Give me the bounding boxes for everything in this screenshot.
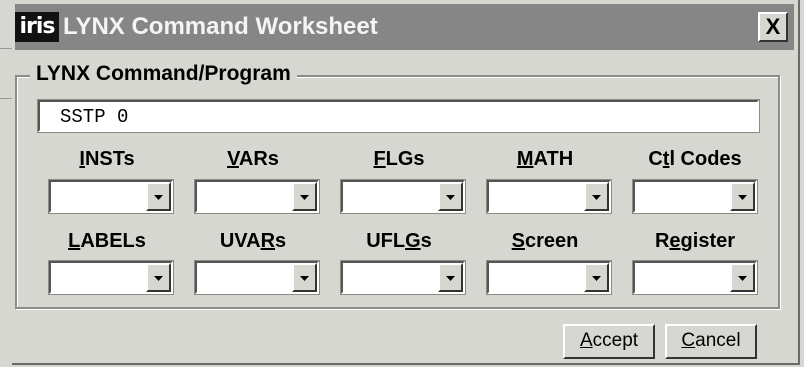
dropdown-button[interactable] [146, 182, 171, 211]
dropdown-button[interactable] [584, 182, 609, 211]
label-ctl-codes: Ctl Codes [648, 148, 742, 170]
uvars-dropdown[interactable] [194, 260, 320, 295]
label-screen: Screen [511, 230, 579, 252]
flgs-dropdown[interactable] [340, 179, 466, 214]
register-dropdown[interactable] [632, 260, 758, 295]
chevron-down-icon [592, 195, 601, 200]
label-labels: LABELs [68, 230, 146, 252]
insts-dropdown[interactable] [48, 179, 174, 214]
chevron-down-icon [154, 195, 163, 200]
chevron-down-icon [738, 276, 747, 281]
dropdown-button[interactable] [146, 263, 171, 292]
dropdown-button[interactable] [292, 182, 317, 211]
label-uvars: UVARs [219, 230, 287, 252]
uflgs-dropdown[interactable] [340, 260, 466, 295]
label-math: MATH [516, 148, 574, 170]
chevron-down-icon [300, 276, 309, 281]
label-register: Register [654, 230, 736, 252]
chevron-down-icon [738, 195, 747, 200]
chevron-down-icon [154, 276, 163, 281]
label-vars: VARs [227, 148, 279, 170]
screen-dropdown[interactable] [486, 260, 612, 295]
math-dropdown[interactable] [486, 179, 612, 214]
close-button[interactable]: X [758, 12, 788, 42]
label-flgs: FLGs [373, 148, 425, 170]
label-uflgs: UFLGs [366, 230, 432, 252]
label-insts: INSTs [79, 148, 135, 170]
dropdown-button[interactable] [730, 182, 755, 211]
chevron-down-icon [300, 195, 309, 200]
group-title: LYNX Command/Program [30, 60, 297, 88]
ctl-codes-dropdown[interactable] [632, 179, 758, 214]
accept-button[interactable]: Accept [563, 324, 655, 359]
labels-dropdown[interactable] [48, 260, 174, 295]
vars-dropdown[interactable] [194, 179, 320, 214]
dropdown-button[interactable] [292, 263, 317, 292]
window-title: LYNX Command Worksheet [63, 13, 378, 40]
command-input[interactable]: SSTP 0 [37, 99, 760, 133]
chevron-down-icon [446, 276, 455, 281]
dropdown-button[interactable] [438, 182, 463, 211]
app-logo-icon: iris [15, 12, 59, 42]
dropdown-button[interactable] [730, 263, 755, 292]
chevron-down-icon [592, 276, 601, 281]
chevron-down-icon [446, 195, 455, 200]
dropdown-button[interactable] [584, 263, 609, 292]
cancel-button[interactable]: Cancel [665, 324, 757, 359]
title-bar[interactable]: iris LYNX Command Worksheet X [15, 4, 794, 50]
dropdown-button[interactable] [438, 263, 463, 292]
